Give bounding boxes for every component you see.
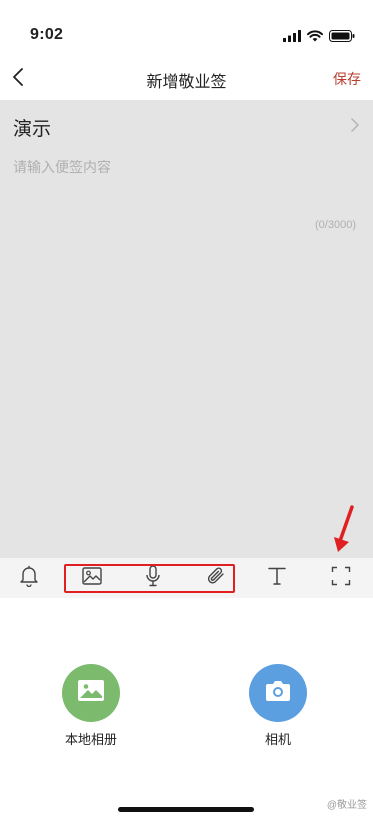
bell-icon bbox=[19, 565, 39, 592]
char-counter: (0/3000) bbox=[315, 219, 356, 231]
photo-icon bbox=[78, 680, 104, 706]
image-icon bbox=[82, 566, 102, 590]
category-selector[interactable]: 演示 bbox=[0, 100, 373, 152]
fullscreen-button[interactable] bbox=[329, 566, 353, 590]
local-album-button[interactable]: 本地相册 bbox=[41, 664, 141, 748]
page-title: 新增敬业签 bbox=[146, 74, 227, 91]
nav-bar: 新增敬业签 保存 bbox=[0, 58, 373, 100]
editor-toolbar bbox=[0, 558, 373, 598]
text-format-icon bbox=[267, 566, 287, 591]
home-indicator[interactable] bbox=[118, 807, 254, 812]
album-circle bbox=[62, 664, 120, 722]
category-label: 演示 bbox=[13, 119, 52, 140]
album-label: 本地相册 bbox=[64, 732, 117, 747]
camera-circle bbox=[249, 664, 307, 722]
status-icons bbox=[283, 29, 355, 47]
camera-button[interactable]: 相机 bbox=[228, 664, 328, 748]
wifi-icon bbox=[307, 29, 323, 47]
annotation-arrow-icon bbox=[330, 505, 358, 560]
paperclip-icon bbox=[205, 565, 227, 592]
microphone-icon bbox=[145, 564, 161, 592]
attachment-button[interactable] bbox=[204, 566, 228, 590]
fullscreen-icon bbox=[331, 566, 351, 591]
save-button[interactable]: 保存 bbox=[333, 69, 361, 89]
chevron-right-icon bbox=[351, 118, 359, 137]
camera-label: 相机 bbox=[264, 732, 291, 747]
attachment-panel: 本地相册 相机 bbox=[0, 598, 373, 817]
text-format-button[interactable] bbox=[265, 566, 289, 590]
note-content-input[interactable] bbox=[13, 157, 358, 277]
status-bar: 9:02 bbox=[0, 0, 373, 58]
cellular-signal-icon bbox=[283, 29, 301, 47]
battery-icon bbox=[329, 29, 355, 47]
insert-image-button[interactable] bbox=[80, 566, 104, 590]
watermark: @敬业签 bbox=[326, 800, 367, 811]
note-editor: 演示 (0/3000) bbox=[0, 100, 373, 558]
voice-record-button[interactable] bbox=[141, 564, 165, 592]
reminder-button[interactable] bbox=[17, 565, 41, 592]
camera-icon bbox=[265, 680, 291, 706]
status-time: 9:02 bbox=[30, 26, 64, 43]
